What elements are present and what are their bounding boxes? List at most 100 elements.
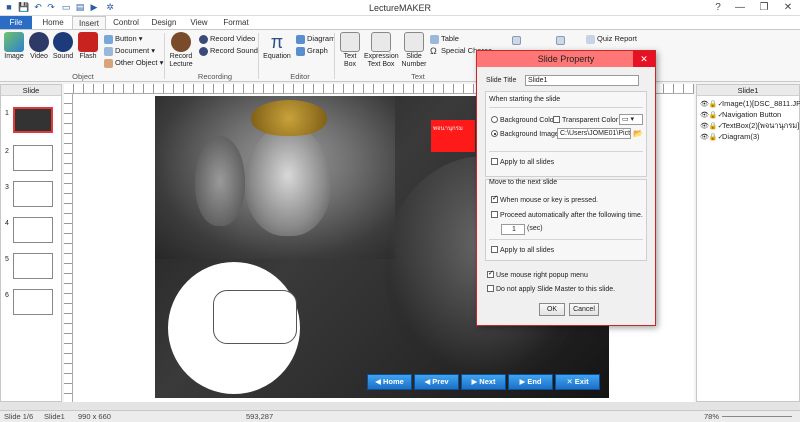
video-button[interactable]: Video	[28, 32, 50, 61]
object-item[interactable]: 👁🔒✓Image(1)[DSC_8811.JP	[700, 99, 800, 109]
slide-thumbnail-5[interactable]	[13, 253, 53, 279]
slide-number-label: 2	[5, 148, 9, 155]
apply-all-slides-checkbox-2[interactable]: Apply to all slides	[491, 246, 554, 254]
tab-format[interactable]: Format	[218, 16, 254, 29]
divider	[489, 239, 643, 240]
slide-thumbnail-6[interactable]	[13, 289, 53, 315]
slide-property-dialog: Slide Property ✕ Slide Title Slide1 When…	[476, 50, 656, 326]
video-icon	[29, 32, 49, 52]
nav-next-button[interactable]: ▶ Next	[461, 374, 506, 390]
slide-number-label: 1	[5, 110, 9, 117]
radio-icon[interactable]	[491, 130, 498, 137]
zoom-slider[interactable]	[722, 416, 792, 422]
tab-file[interactable]: File	[0, 16, 32, 29]
dialog-close-button[interactable]: ✕	[633, 51, 655, 67]
checkbox-icon[interactable]	[491, 211, 498, 218]
visibility-lock-icon[interactable]: 👁🔒✓	[700, 111, 723, 121]
no-master-checkbox[interactable]: Do not apply Slide Master to this slide.	[487, 285, 615, 293]
graph-icon	[296, 46, 305, 56]
checklist-icon	[556, 35, 565, 45]
record-video-button[interactable]: Record Video	[199, 33, 255, 44]
nav-exit-button[interactable]: ✕ Exit	[555, 374, 600, 390]
record-lecture-button[interactable]: Record Lecture	[166, 32, 196, 69]
button-insert[interactable]: Button ▾	[104, 33, 143, 44]
visibility-lock-icon[interactable]: 👁🔒✓	[700, 100, 723, 110]
document-icon	[104, 46, 113, 56]
buddha-image[interactable]	[155, 96, 395, 259]
ribbon: Image Video Sound Flash Button ▾ Documen…	[0, 29, 800, 82]
group-text-label: Text	[411, 72, 425, 81]
visibility-lock-icon[interactable]: 👁🔒✓	[700, 133, 723, 143]
maximize-button[interactable]: ❐	[752, 0, 776, 15]
object-item[interactable]: 👁🔒✓Navigation Button	[700, 110, 781, 120]
slide-panel-header: Slide	[1, 85, 61, 96]
graph-button[interactable]: Graph	[296, 45, 328, 56]
tab-design[interactable]: Design	[146, 16, 182, 29]
tab-view[interactable]: View	[184, 16, 214, 29]
ribbon-separator	[164, 33, 165, 79]
slide-number-button[interactable]: Slide Number	[400, 32, 428, 69]
slide-thumbnail-1[interactable]	[13, 107, 53, 133]
visibility-lock-icon[interactable]: 👁🔒✓	[700, 122, 723, 132]
checkbox-icon[interactable]	[487, 269, 494, 278]
buddha-side-shape	[195, 136, 245, 226]
background-image-path[interactable]: C:\Users\JOME01\Pictur	[557, 128, 631, 139]
radio-icon[interactable]	[491, 116, 498, 123]
equation-button[interactable]: π Equation	[260, 32, 294, 61]
background-color-radio[interactable]: Background Color	[491, 116, 556, 124]
object-item[interactable]: 👁🔒✓TextBox(2)[พจนานุกรม]	[700, 121, 799, 131]
background-image-radio[interactable]: Background Image	[491, 130, 559, 138]
transparent-color-checkbox[interactable]: Transparent Color	[553, 116, 618, 124]
textbox-red-label[interactable]: พจนานุกรม	[431, 120, 475, 152]
document-insert[interactable]: Document ▾	[104, 45, 155, 56]
text-box-button[interactable]: Text Box	[337, 32, 363, 69]
expression-text-box-button[interactable]: Expression Text Box	[364, 32, 399, 69]
other-object-insert[interactable]: Other Object ▾	[104, 57, 163, 68]
quiz-report-button[interactable]: Quiz Report	[586, 33, 637, 44]
slide-thumbnail-2[interactable]	[13, 145, 53, 171]
diagram-rounded-rectangle[interactable]	[213, 290, 297, 344]
nav-home-button[interactable]: ◀ Home	[367, 374, 412, 390]
tab-insert[interactable]: Insert	[72, 16, 106, 29]
checkbox-icon[interactable]	[487, 285, 494, 292]
mouse-popup-checkbox[interactable]: Use mouse right popup menu	[487, 269, 588, 279]
checklist-icon-button[interactable]	[556, 34, 567, 45]
checkbox-icon[interactable]	[491, 246, 498, 253]
record-sound-button[interactable]: Record Sound	[199, 45, 258, 56]
minimize-button[interactable]: —	[728, 0, 752, 15]
slide-panel: Slide 1 2 3 4 5 6	[0, 84, 62, 402]
checkbox-icon[interactable]	[491, 194, 498, 203]
help-icon[interactable]: ?	[706, 0, 730, 15]
group-object-label: Object	[72, 72, 94, 81]
list-icon	[512, 35, 521, 45]
tab-control[interactable]: Control	[108, 16, 144, 29]
seconds-label: (sec)	[527, 225, 543, 232]
ok-button[interactable]: OK	[539, 303, 565, 316]
checkbox-icon[interactable]	[491, 158, 498, 165]
folder-icon[interactable]: 📂	[633, 129, 643, 138]
seconds-stepper[interactable]: 1	[501, 224, 525, 235]
slide-number-icon	[404, 32, 424, 52]
close-window-button[interactable]: ✕	[776, 0, 800, 15]
proceed-auto-checkbox[interactable]: Proceed automatically after the followin…	[491, 211, 643, 219]
object-item[interactable]: 👁🔒✓Diagram(3)	[700, 132, 760, 142]
sound-button[interactable]: Sound	[52, 32, 74, 61]
list-icon-button[interactable]	[512, 34, 523, 45]
slide-thumbnail-3[interactable]	[13, 181, 53, 207]
color-picker-dropdown[interactable]: ▭ ▾	[619, 114, 643, 125]
image-button[interactable]: Image	[3, 32, 25, 61]
tab-home[interactable]: Home	[36, 16, 70, 29]
diagram-button[interactable]: Diagram	[296, 33, 335, 44]
slide-thumbnail-4[interactable]	[13, 217, 53, 243]
nav-prev-button[interactable]: ◀ Prev	[414, 374, 459, 390]
nav-end-button[interactable]: ▶ End	[508, 374, 553, 390]
table-button[interactable]: Table	[430, 33, 459, 44]
flash-button[interactable]: Flash	[77, 32, 99, 61]
ribbon-separator	[334, 33, 335, 79]
slide-title-input[interactable]: Slide1	[525, 75, 639, 86]
pencil-icon	[371, 32, 391, 52]
checkbox-icon[interactable]	[553, 116, 560, 123]
apply-all-slides-checkbox-1[interactable]: Apply to all slides	[491, 158, 554, 166]
cancel-button[interactable]: Cancel	[569, 303, 599, 316]
mouse-key-checkbox[interactable]: When mouse or key is pressed.	[491, 194, 598, 204]
